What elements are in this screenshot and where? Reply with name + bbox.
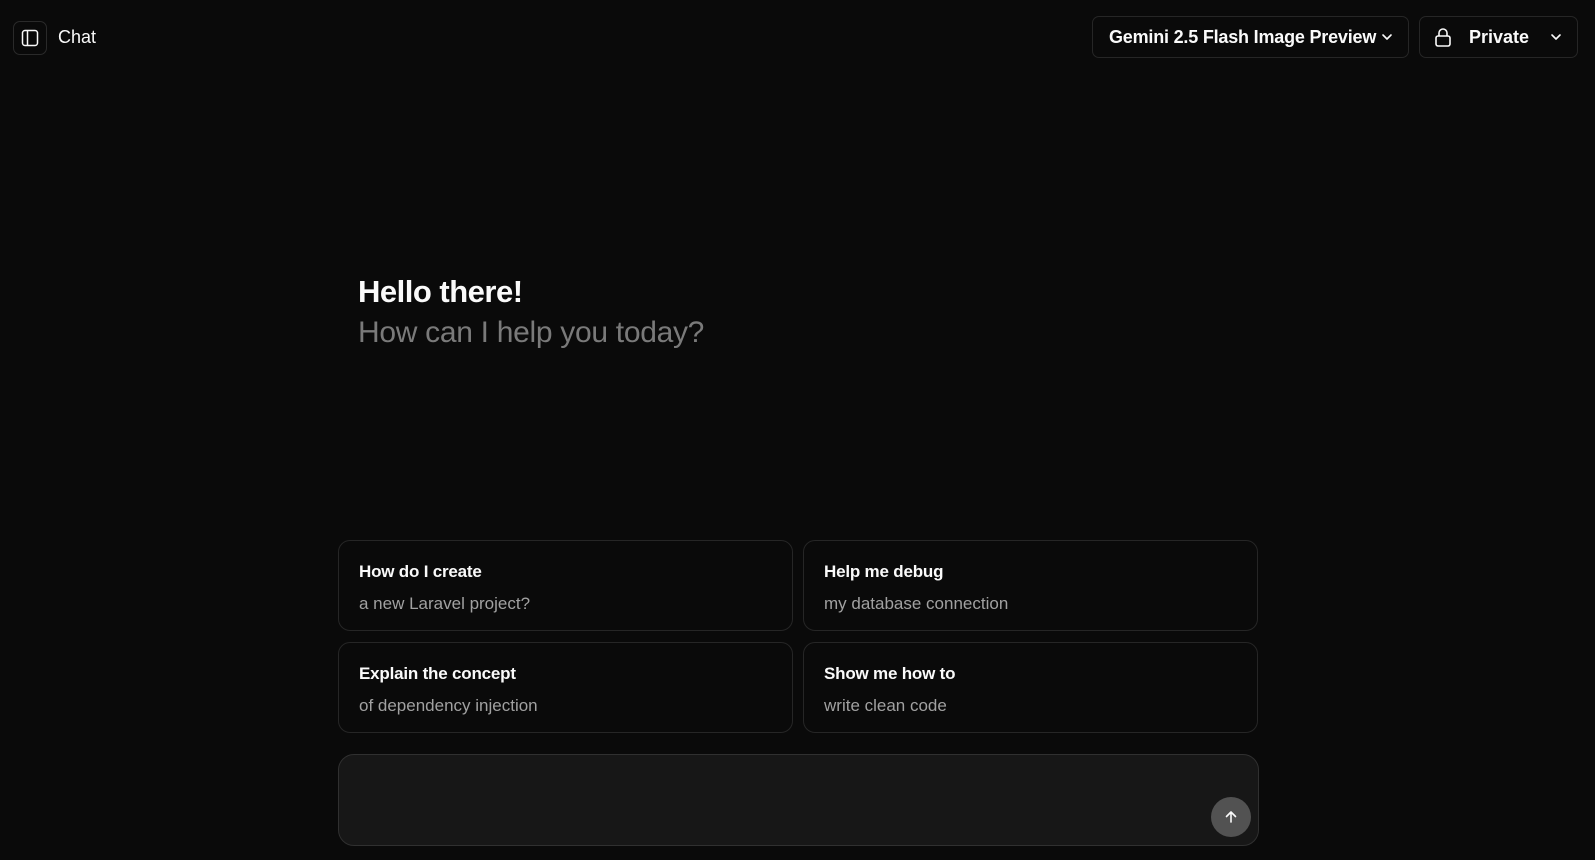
arrow-up-icon <box>1225 811 1237 823</box>
visibility-selector[interactable]: Private <box>1419 16 1578 58</box>
suggestion-title: Show me how to <box>824 664 956 683</box>
suggestion-subtitle: of dependency injection <box>359 696 538 715</box>
greeting-subtitle: How can I help you today? <box>358 316 705 349</box>
lock-icon <box>1435 28 1451 47</box>
visibility-selector-label: Private <box>1469 26 1530 47</box>
chevron-down-icon <box>1551 34 1561 40</box>
greeting: Hello there! How can I help you today? <box>358 274 704 350</box>
suggested-actions: How do I create a new Laravel project? H… <box>338 540 1258 733</box>
suggestion-subtitle: a new Laravel project? <box>359 594 531 613</box>
sidebar-toggle-button[interactable] <box>13 21 47 55</box>
send-button[interactable] <box>1211 797 1251 837</box>
greeting-title: Hello there! <box>358 274 523 309</box>
suggestion-title: How do I create <box>359 562 482 581</box>
message-composer <box>338 754 1259 846</box>
suggestion-title: Explain the concept <box>359 664 516 683</box>
suggestion-card[interactable]: How do I create a new Laravel project? <box>338 540 793 631</box>
suggestion-subtitle: my database connection <box>824 594 1009 613</box>
header-title: Chat <box>58 27 97 47</box>
suggestion-card[interactable]: Help me debug my database connection <box>803 540 1258 631</box>
suggestion-card[interactable]: Explain the concept of dependency inject… <box>338 642 793 733</box>
model-selector[interactable]: Gemini 2.5 Flash Image Preview <box>1092 16 1409 58</box>
header: Chat Gemini 2.5 Flash Image Preview Priv… <box>0 0 1595 74</box>
sidebar-icon <box>21 29 39 47</box>
suggestion-subtitle: write clean code <box>824 696 947 715</box>
suggestion-title: Help me debug <box>824 562 944 581</box>
chat-page: Chat Gemini 2.5 Flash Image Preview Priv… <box>0 0 1595 860</box>
chevron-down-icon <box>1382 34 1392 40</box>
model-selector-label: Gemini 2.5 Flash Image Preview <box>1109 26 1377 47</box>
suggestion-card[interactable]: Show me how to write clean code <box>803 642 1258 733</box>
message-input[interactable] <box>355 769 1175 829</box>
